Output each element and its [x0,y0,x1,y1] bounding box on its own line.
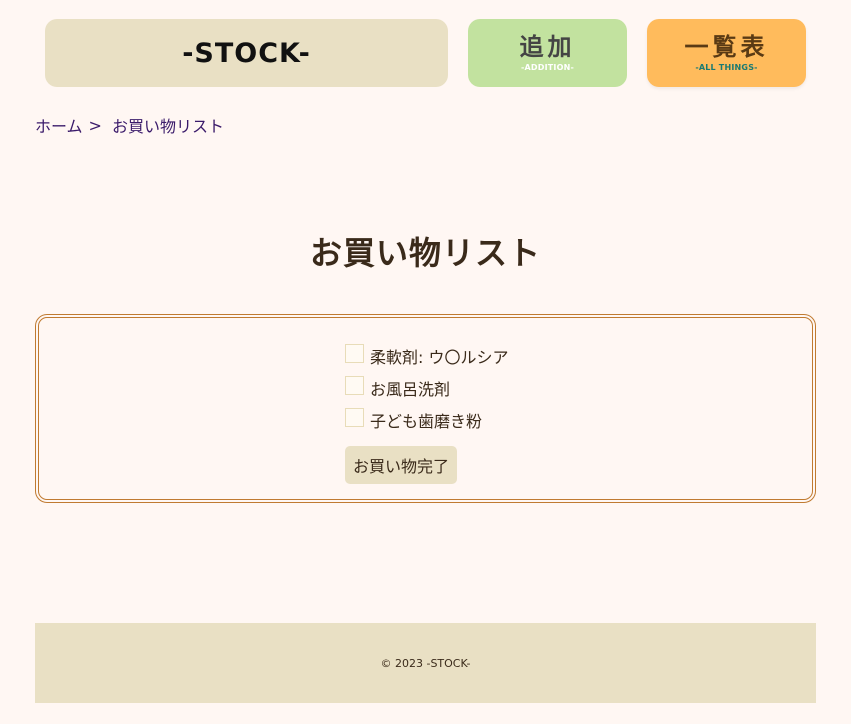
copyright-text: © 2023 -STOCK- [380,656,471,670]
list-item: 子ども歯磨き粉 [345,404,508,436]
shopping-list-box: 柔軟剤: ウ〇ルシア お風呂洗剤 子ども歯磨き粉 お買い物完了 [35,314,816,503]
all-things-button[interactable]: 一覧表 -ALL THINGS- [647,19,806,87]
add-button-sublabel: -ADDITION- [520,62,575,72]
item-checkbox[interactable] [345,375,364,395]
list-item: 柔軟剤: ウ〇ルシア [345,340,508,372]
add-button[interactable]: 追加 -ADDITION- [468,19,627,87]
item-label: お風呂洗剤 [370,380,451,399]
breadcrumb-current-link[interactable]: お買い物リスト [112,113,224,137]
shopping-list: 柔軟剤: ウ〇ルシア お風呂洗剤 子ども歯磨き粉 お買い物完了 [345,340,508,484]
item-checkbox[interactable] [345,343,364,363]
all-things-button-label: 一覧表 [684,32,769,61]
list-item: お風呂洗剤 [345,372,508,404]
stock-logo-button[interactable]: -STOCK- [45,19,448,87]
add-button-label: 追加 [519,32,576,61]
page-title: お買い物リスト [309,234,541,272]
item-label: 柔軟剤: ウ〇ルシア [370,348,509,367]
footer: © 2023 -STOCK- [35,623,816,703]
breadcrumb: ホーム > お買い物リスト [35,113,224,137]
breadcrumb-home-link[interactable]: ホーム [35,113,83,137]
item-checkbox[interactable] [345,407,364,427]
breadcrumb-separator: > [88,115,102,135]
all-things-button-sublabel: -ALL THINGS- [695,62,758,72]
item-label: 子ども歯磨き粉 [370,412,483,431]
logo-text: -STOCK- [182,37,311,69]
shopping-complete-button[interactable]: お買い物完了 [345,446,458,484]
